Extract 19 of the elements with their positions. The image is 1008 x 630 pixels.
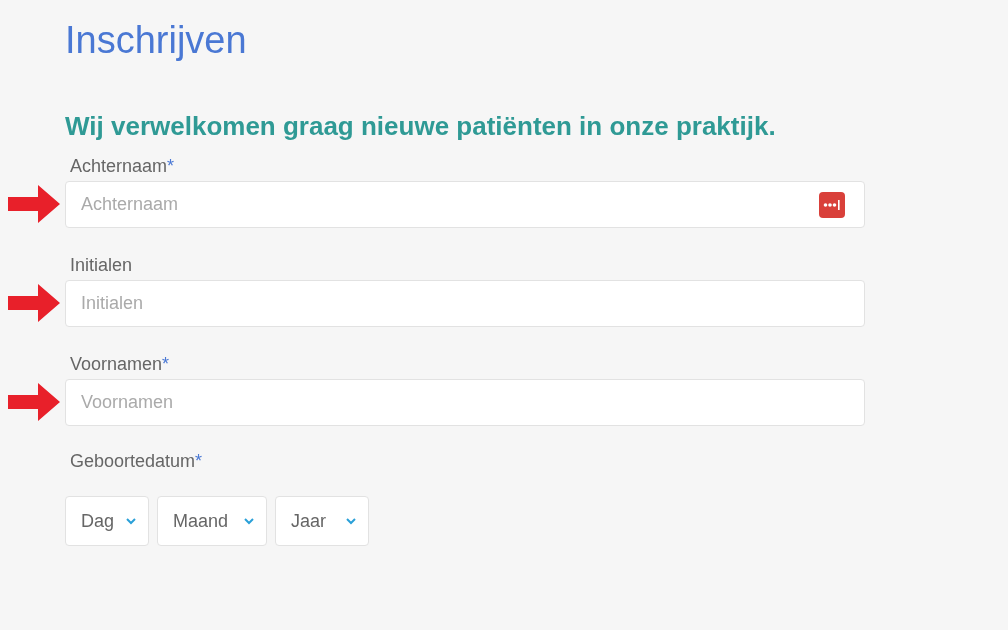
page-title: Inschrijven	[65, 18, 247, 62]
field-label: Initialen	[70, 255, 133, 275]
text-input[interactable]: Achternaam	[65, 181, 865, 228]
chevron-down-icon	[346, 517, 356, 525]
password-manager-icon[interactable]	[819, 192, 845, 218]
field-label: Geboortedatum	[70, 451, 196, 471]
required-asterisk: *	[162, 354, 170, 374]
intro-heading: Wij verwelkomen graag nieuwe patiënten in onze praktijk.	[65, 110, 776, 142]
required-asterisk: *	[167, 156, 175, 176]
required-asterisk: *	[195, 451, 203, 471]
field-label: Voornamen	[70, 354, 163, 374]
date-select[interactable]: Jaar	[275, 496, 369, 546]
chevron-down-icon	[126, 517, 136, 525]
text-input[interactable]: Voornamen	[65, 379, 865, 426]
date-select[interactable]: Dag	[65, 496, 149, 546]
text-input[interactable]: Initialen	[65, 280, 865, 327]
chevron-down-icon	[244, 517, 254, 525]
field-label: Achternaam	[70, 156, 168, 176]
date-select[interactable]: Maand	[157, 496, 267, 546]
